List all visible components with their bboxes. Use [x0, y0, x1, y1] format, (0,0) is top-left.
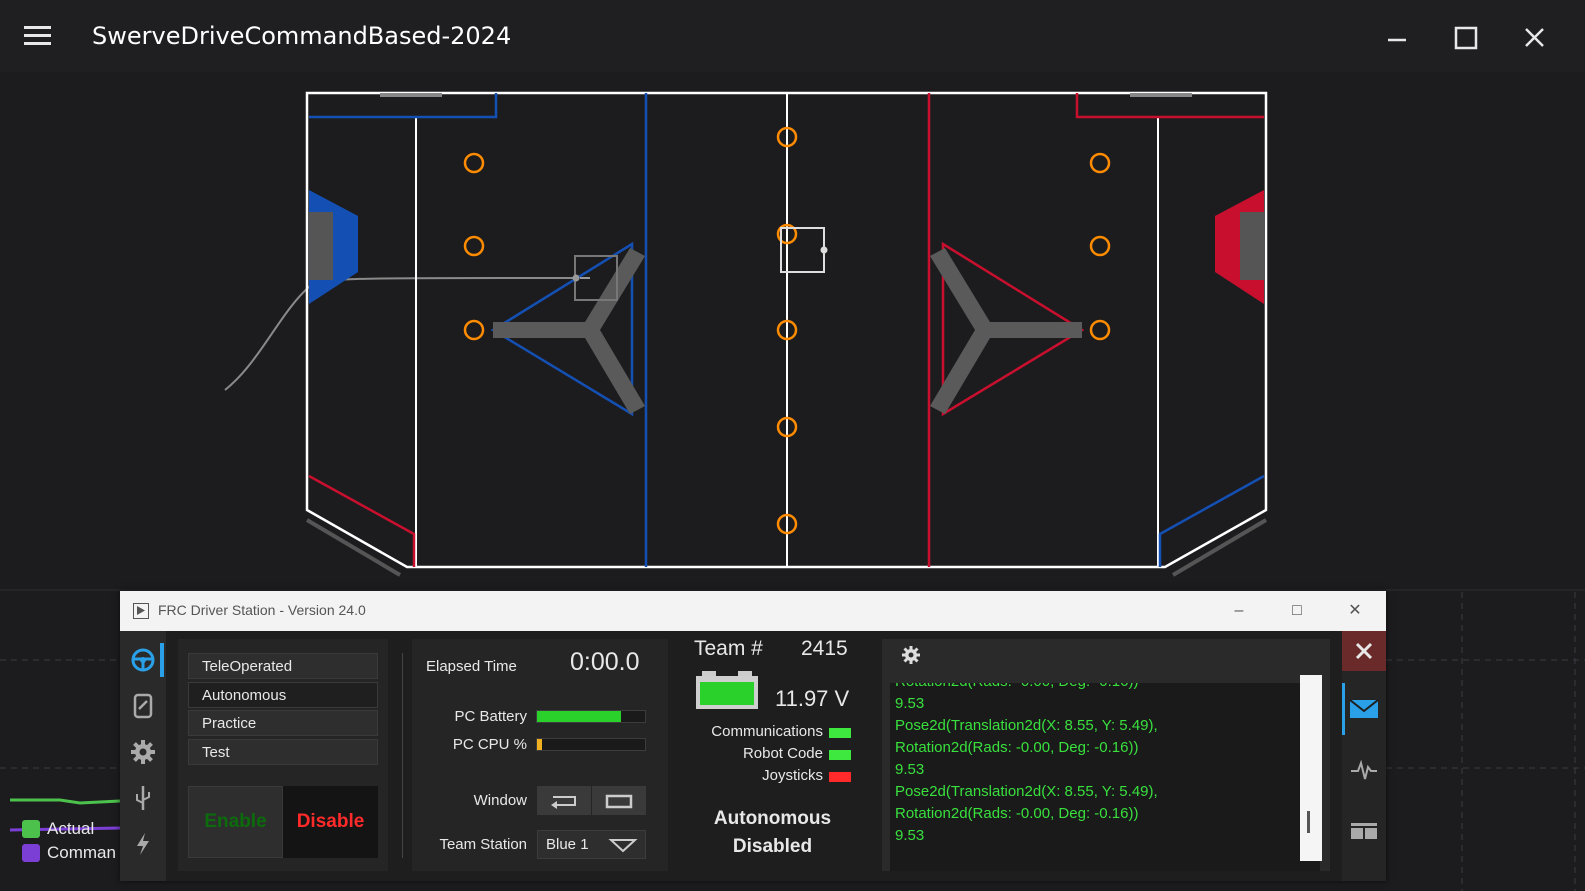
console-line: Rotation2d(Rads: -0.00, Deg: -0.16))	[895, 739, 1139, 756]
ds-body: TeleOperated Autonomous Practice Test En…	[120, 631, 1386, 881]
ds-close-icon[interactable]: ✕	[1344, 601, 1366, 621]
team-station-label: Team Station	[439, 836, 527, 853]
app-titlebar: SwerveDriveCommandBased-2024	[0, 0, 1585, 72]
console-output[interactable]: Rotation2d(Rads: -0.00, Deg: -0.16)) 9.5…	[890, 683, 1320, 871]
tab-power[interactable]	[123, 823, 163, 865]
usb-icon	[136, 786, 150, 810]
pc-cpu-label: PC CPU %	[452, 736, 527, 753]
pc-cpu-fill	[537, 739, 543, 750]
console-line: Pose2d(Translation2d(X: 8.55, Y: 5.49),	[895, 717, 1158, 734]
steering-wheel-icon	[131, 648, 155, 672]
graph-legend: Actual Comman	[22, 817, 116, 865]
ds-app-icon	[133, 603, 149, 619]
legend-swatch	[22, 844, 40, 862]
clear-console-button[interactable]	[1342, 631, 1386, 671]
legend-swatch	[22, 820, 40, 838]
console-line: Rotation2d(Rads: -0.00, Deg: -0.16))	[895, 805, 1139, 822]
tab-charts[interactable]	[1342, 741, 1386, 801]
console-line: 9.53	[895, 827, 925, 844]
legend-item-command: Comman	[22, 841, 116, 865]
active-tab-indicator	[1342, 683, 1345, 735]
joysticks-indicator	[829, 772, 851, 782]
disable-button[interactable]: Disable	[283, 786, 378, 858]
team-number: 2415	[801, 637, 848, 660]
scrollbar-thumb[interactable]	[1307, 811, 1310, 833]
mode-autonomous[interactable]: Autonomous	[188, 682, 378, 708]
gear-icon	[131, 740, 155, 764]
elapsed-time-label: Elapsed Time	[426, 658, 517, 675]
console-line: Rotation2d(Rads: -0.00, Deg: -0.16))	[890, 683, 1320, 693]
pc-battery-label: PC Battery	[454, 708, 527, 725]
ds-minimize-icon[interactable]: –	[1228, 601, 1250, 621]
chevron-down-icon	[608, 839, 638, 853]
communications-label: Communications	[711, 723, 823, 740]
maximize-icon[interactable]	[1449, 22, 1485, 54]
team-station-select[interactable]: Blue 1	[537, 830, 646, 859]
ds-titlebar: FRC Driver Station - Version 24.0 – □ ✕	[120, 591, 1386, 631]
legend-label: Comman	[47, 843, 116, 862]
pc-battery-bar	[536, 710, 646, 723]
split-view-icon	[1351, 823, 1377, 839]
elapsed-time-value: 0:00.0	[570, 648, 640, 676]
active-tab-indicator	[160, 643, 164, 677]
window-icon	[605, 794, 633, 808]
communications-indicator	[829, 728, 851, 738]
envelope-icon	[1349, 699, 1379, 718]
app-title: SwerveDriveCommandBased-2024	[92, 22, 512, 50]
legend-label: Actual	[47, 819, 95, 838]
window-label: Window	[473, 792, 527, 809]
robot-code-label: Robot Code	[742, 745, 823, 762]
tab-usb-devices[interactable]	[123, 777, 163, 819]
enable-button[interactable]: Enable	[188, 786, 283, 858]
waveform-icon	[1351, 759, 1377, 780]
battery-icon	[696, 671, 758, 709]
gear-icon	[902, 646, 920, 664]
pc-cpu-bar	[536, 738, 646, 751]
divider	[402, 653, 403, 858]
console-line: 9.53	[895, 695, 925, 712]
field-canvas[interactable]	[0, 72, 1585, 592]
tab-setup[interactable]	[123, 731, 163, 773]
robot-state-mode: Autonomous	[713, 808, 832, 829]
window-fullscreen-button[interactable]	[592, 786, 646, 815]
team-label: Team #	[694, 637, 763, 660]
team-station-value: Blue 1	[546, 836, 589, 853]
legend-item-actual: Actual	[22, 817, 116, 841]
diagnostics-icon	[133, 693, 153, 719]
close-icon[interactable]	[1517, 22, 1553, 54]
tab-messages[interactable]	[1342, 679, 1386, 739]
minimize-icon[interactable]	[1380, 22, 1416, 54]
joysticks-label: Joysticks	[762, 767, 823, 784]
tab-diagnostics[interactable]	[123, 685, 163, 727]
field-view[interactable]	[0, 72, 1585, 592]
ds-maximize-icon[interactable]: □	[1286, 601, 1308, 621]
mode-teleoperated[interactable]: TeleOperated	[188, 653, 378, 679]
lightning-icon	[137, 833, 149, 855]
mode-practice[interactable]: Practice	[188, 710, 378, 736]
pc-battery-fill	[537, 711, 622, 722]
window-dock-button[interactable]	[537, 786, 591, 815]
hamburger-icon[interactable]	[24, 26, 51, 48]
dock-icon	[551, 795, 576, 809]
ds-title: FRC Driver Station - Version 24.0	[158, 602, 366, 618]
battery-voltage: 11.97 V	[775, 686, 850, 711]
tab-operation[interactable]	[123, 639, 163, 681]
close-icon	[1355, 642, 1373, 660]
mode-test[interactable]: Test	[188, 739, 378, 765]
robot-state-status: Disabled	[732, 836, 813, 857]
driver-station-window: FRC Driver Station - Version 24.0 – □ ✕ …	[120, 591, 1386, 881]
tab-both[interactable]	[1342, 801, 1386, 861]
console-line: 9.53	[895, 761, 925, 778]
console-line: Pose2d(Translation2d(X: 8.55, Y: 5.49),	[895, 783, 1158, 800]
console-scrollbar[interactable]	[1300, 675, 1322, 861]
robot-code-indicator	[829, 750, 851, 760]
